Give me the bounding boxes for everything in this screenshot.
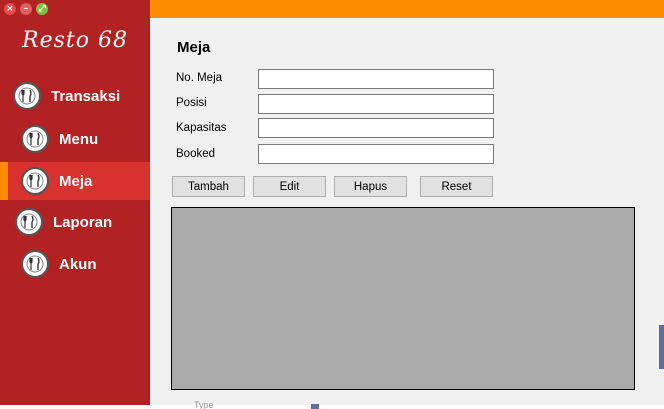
minimize-icon[interactable]: – [20, 3, 32, 15]
restaurant-icon [21, 125, 49, 153]
background-window-mark [311, 404, 319, 409]
app-logo: Resto 68 [22, 28, 128, 53]
sidebar: × – ⤢ Resto 68 Transaksi Menu Meja Lapor… [0, 0, 150, 405]
background-window [0, 405, 664, 409]
sidebar-item-meja[interactable]: Meja [0, 162, 150, 200]
sidebar-item-menu[interactable]: Menu [0, 120, 150, 158]
background-window-text: Type [194, 400, 214, 409]
no-meja-label: No. Meja [176, 72, 223, 84]
restaurant-icon [15, 208, 43, 236]
restaurant-icon [21, 167, 49, 195]
edit-button[interactable]: Edit [253, 176, 326, 197]
posisi-label: Posisi [176, 97, 207, 109]
sidebar-item-label: Laporan [53, 213, 113, 231]
background-window-edge [659, 325, 664, 369]
sidebar-item-akun[interactable]: Akun [0, 245, 150, 283]
posisi-input[interactable] [258, 94, 494, 114]
sidebar-item-laporan[interactable]: Laporan [0, 203, 150, 241]
window-controls: × – ⤢ [4, 3, 48, 15]
no-meja-input[interactable] [258, 69, 494, 89]
sidebar-item-label: Meja [59, 172, 93, 190]
kapasitas-input[interactable] [258, 118, 494, 138]
kapasitas-label: Kapasitas [176, 122, 227, 134]
reset-button[interactable]: Reset [420, 176, 493, 197]
sidebar-item-label: Menu [59, 130, 99, 148]
sidebar-item-label: Transaksi [51, 87, 121, 105]
tambah-button[interactable]: Tambah [172, 176, 245, 197]
booked-label: Booked [176, 148, 216, 160]
close-icon[interactable]: × [4, 3, 16, 15]
title-bar [150, 0, 664, 18]
restaurant-icon [21, 250, 49, 278]
page-title: Meja [177, 39, 211, 56]
data-grid[interactable] [171, 207, 635, 390]
sidebar-item-transaksi[interactable]: Transaksi [0, 77, 150, 115]
restaurant-icon [13, 82, 41, 110]
maximize-icon[interactable]: ⤢ [36, 3, 48, 15]
booked-input[interactable] [258, 144, 494, 164]
sidebar-item-label: Akun [59, 255, 97, 273]
hapus-button[interactable]: Hapus [334, 176, 407, 197]
